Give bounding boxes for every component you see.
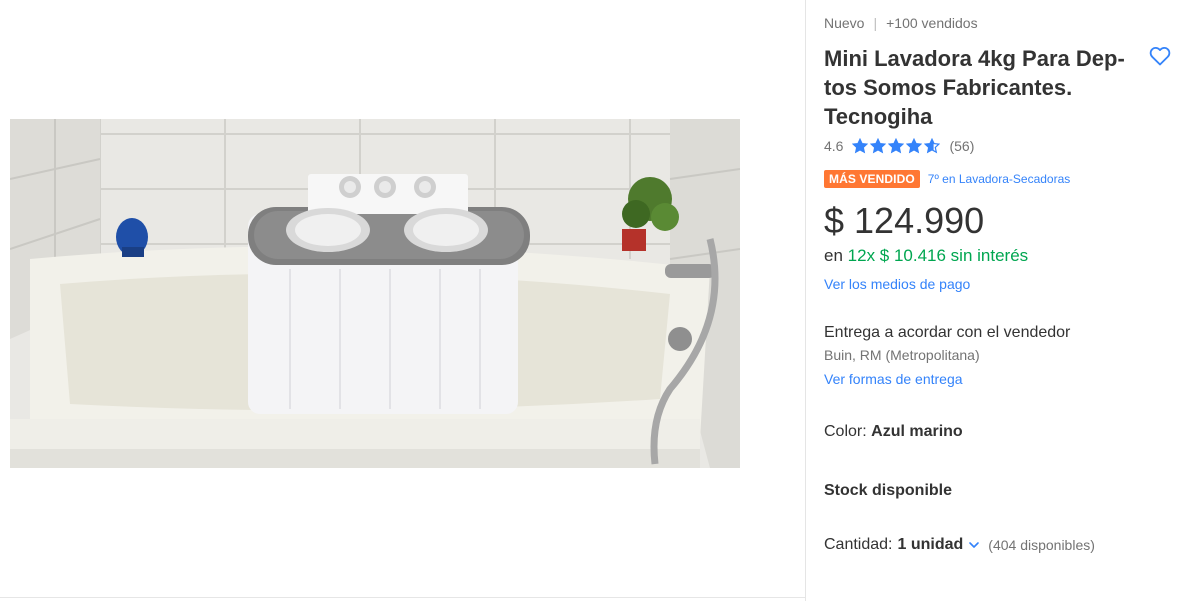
- quantity-label: Cantidad:: [824, 536, 893, 553]
- best-seller-badge: MÁS VENDIDO: [824, 170, 920, 188]
- color-variant: Color: Azul marino: [824, 423, 963, 441]
- star-full-icon: [906, 138, 923, 154]
- payment-methods-link[interactable]: Ver los medios de pago: [824, 276, 970, 292]
- heart-outline-icon[interactable]: [1148, 44, 1172, 68]
- star-full-icon: [870, 138, 887, 154]
- color-value: Azul marino: [871, 423, 963, 440]
- available-quantity: (404 disponibles): [988, 537, 1095, 553]
- price: $ 124.990: [824, 200, 984, 242]
- product-subtitle: Nuevo | +100 vendidos: [824, 15, 978, 31]
- chevron-down-icon[interactable]: [968, 539, 980, 551]
- gallery-bottom-border: [0, 597, 805, 598]
- color-label: Color:: [824, 423, 867, 440]
- product-image[interactable]: [10, 119, 740, 468]
- installments: en 12x $ 10.416 sin interés: [824, 246, 1028, 266]
- delivery-options-link[interactable]: Ver formas de entrega: [824, 371, 963, 387]
- subtitle-separator: |: [873, 15, 878, 31]
- installments-prefix: en: [824, 246, 843, 265]
- product-title: Mini Lavadora 4kg Para Dep­tos Somos Fab…: [824, 46, 1125, 129]
- product-info-panel: Nuevo | +100 vendidos Mini Lavadora 4kg …: [824, 0, 1184, 601]
- star-half-icon: [924, 138, 941, 154]
- delivery-text: Entrega a acordar con el vendedor: [824, 324, 1071, 341]
- sold-count: +100 vendidos: [886, 15, 978, 31]
- rating-row[interactable]: 4.6 (56): [824, 138, 974, 154]
- price-amount: 124.990: [854, 200, 985, 241]
- seller-location: Buin, RM (Metropolitana): [824, 347, 980, 363]
- price-currency: $: [824, 200, 845, 241]
- quantity-dropdown[interactable]: 1 unidad: [898, 536, 964, 554]
- rating-count: (56): [949, 138, 975, 154]
- column-divider: [805, 0, 806, 601]
- condition-label: Nuevo: [824, 15, 865, 31]
- star-full-icon: [888, 138, 905, 154]
- washing-machine-photo: [10, 119, 740, 468]
- rating-score: 4.6: [824, 138, 844, 154]
- product-gallery: [0, 0, 805, 601]
- quantity-selector: Cantidad: 1 unidad (404 disponibles): [824, 536, 1095, 554]
- star-full-icon: [852, 138, 869, 154]
- installments-value: 12x $ 10.416 sin interés: [847, 246, 1029, 265]
- best-seller-row: MÁS VENDIDO 7º en Lavadora-Secadoras: [824, 170, 1070, 188]
- stock-status: Stock disponible: [824, 482, 953, 499]
- rating-stars: [852, 138, 941, 154]
- category-rank-link[interactable]: 7º en Lavadora-Secadoras: [928, 172, 1070, 186]
